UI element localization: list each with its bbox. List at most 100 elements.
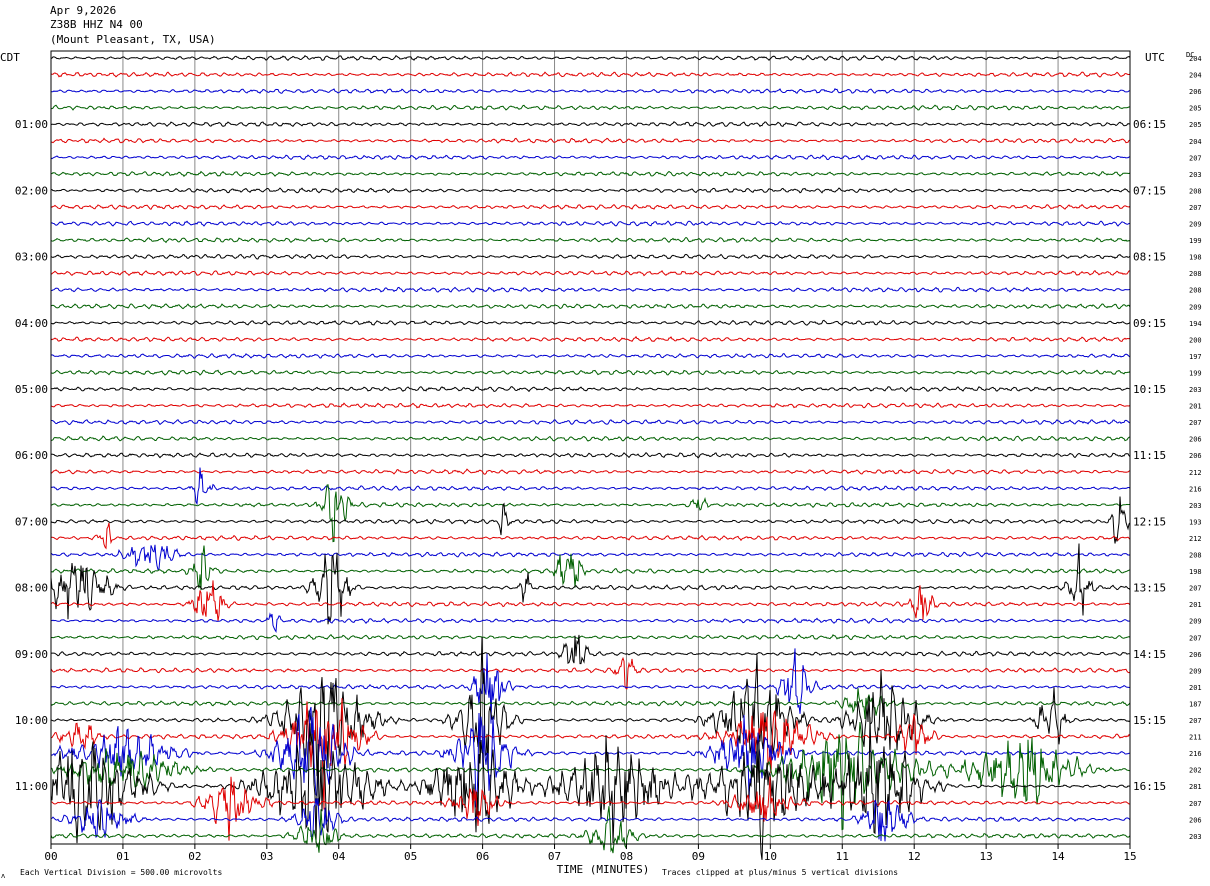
x-tick-label: 01 — [116, 850, 129, 863]
dc-offset-label: 212 — [1189, 535, 1202, 543]
dc-offset-label: 203 — [1189, 171, 1202, 179]
left-hour-label: 04:00 — [15, 317, 48, 330]
x-tick-label: 05 — [404, 850, 417, 863]
dc-offset-label: 205 — [1189, 105, 1202, 113]
dc-offset-label: 208 — [1189, 187, 1202, 195]
dc-offset-label: 194 — [1189, 320, 1202, 328]
dc-offset-label: 207 — [1189, 585, 1202, 593]
clip-note: Traces clipped at plus/minus 5 vertical … — [662, 868, 898, 877]
trace-row-13 — [50, 269, 1131, 277]
trace-row-30 — [50, 544, 1131, 571]
dc-offset-label: 193 — [1189, 518, 1202, 526]
left-hour-label: 01:00 — [15, 118, 48, 131]
dc-offset-label: 207 — [1189, 154, 1202, 162]
dc-offset-label: 201 — [1189, 684, 1202, 692]
right-zone-label: UTC — [1145, 51, 1165, 64]
trace-row-27 — [50, 484, 1130, 543]
dc-offset-label: 207 — [1189, 800, 1202, 808]
dc-offset-label: 216 — [1189, 485, 1202, 493]
x-tick-label: 04 — [332, 850, 346, 863]
trace-row-43 — [50, 721, 1131, 831]
right-hour-label: 08:15 — [1133, 251, 1166, 264]
dc-offset-label: 203 — [1189, 386, 1202, 394]
trace-row-15 — [50, 303, 1131, 310]
right-hour-label: 12:15 — [1133, 515, 1166, 528]
trace-row-25 — [50, 468, 1131, 475]
left-zone-label: CDT — [0, 51, 20, 64]
trace-row-5 — [51, 137, 1131, 144]
dc-offset-label: 209 — [1189, 221, 1202, 229]
trace-row-2 — [51, 88, 1131, 94]
x-tick-label: 03 — [260, 850, 273, 863]
right-hour-label: 16:15 — [1133, 780, 1166, 793]
trace-row-29 — [50, 522, 1131, 550]
dc-offset-label: 207 — [1189, 204, 1202, 212]
x-tick-label: 12 — [908, 850, 921, 863]
trace-row-6 — [50, 154, 1131, 161]
trace-row-35 — [50, 633, 1131, 641]
dc-offset-label: 198 — [1189, 568, 1202, 576]
trace-row-36 — [50, 634, 1131, 665]
trace-row-19 — [50, 369, 1131, 376]
left-hour-label: 08:00 — [15, 582, 48, 595]
dc-offset-label: 209 — [1189, 667, 1202, 675]
left-hour-label: 09:00 — [15, 648, 48, 661]
trace-row-33 — [50, 580, 1131, 621]
left-hour-label: 05:00 — [15, 383, 48, 396]
trace-row-8 — [51, 187, 1131, 194]
right-hour-label: 06:15 — [1133, 118, 1166, 131]
dc-offset-label: 207 — [1189, 717, 1202, 725]
trace-row-9 — [50, 203, 1131, 210]
x-tick-label: 00 — [44, 850, 57, 863]
dc-offset-label: 202 — [1189, 767, 1202, 775]
trace-row-4 — [50, 121, 1131, 128]
trace-row-26 — [50, 467, 1131, 506]
trace-row-1 — [50, 71, 1131, 78]
trace-row-17 — [50, 335, 1131, 343]
x-tick-label: 06 — [476, 850, 489, 863]
left-hour-label: 11:00 — [15, 780, 48, 793]
trace-row-12 — [50, 253, 1131, 260]
dc-offset-label: 203 — [1189, 833, 1202, 841]
dc-offset-label: 206 — [1189, 436, 1202, 444]
left-hour-label: 06:00 — [15, 449, 48, 462]
right-hour-label: 10:15 — [1133, 383, 1166, 396]
dc-offset-label: 201 — [1189, 601, 1202, 609]
dc-offset-label: 281 — [1189, 783, 1202, 791]
trace-row-22 — [50, 419, 1131, 426]
x-tick-label: 15 — [1123, 850, 1136, 863]
corner-mark: ʌ — [1, 872, 5, 880]
right-hour-label: 07:15 — [1133, 184, 1166, 197]
right-hour-label: 13:15 — [1133, 582, 1166, 595]
plot-grid — [122, 51, 1059, 844]
x-tick-label: 07 — [548, 850, 561, 863]
x-tick-label: 09 — [692, 850, 705, 863]
left-hour-label: 10:00 — [15, 714, 48, 727]
dc-offset-label: 204 — [1189, 72, 1202, 80]
seismic-traces — [50, 54, 1131, 860]
left-hour-label: 03:00 — [15, 251, 48, 264]
x-tick-label: 02 — [188, 850, 201, 863]
dc-offset-label: 206 — [1189, 88, 1202, 96]
right-hour-label: 09:15 — [1133, 317, 1166, 330]
dc-offset-label: 211 — [1189, 734, 1202, 742]
trace-row-16 — [50, 319, 1131, 326]
dc-offset-label: 205 — [1189, 121, 1202, 129]
trace-row-24 — [50, 451, 1131, 459]
trace-row-7 — [50, 170, 1131, 178]
dc-offset-label: 212 — [1189, 469, 1202, 477]
trace-row-10 — [50, 220, 1131, 227]
dc-offset-label: 204 — [1189, 55, 1202, 63]
right-hour-label: 11:15 — [1133, 449, 1166, 462]
dc-offset-label: 208 — [1189, 270, 1202, 278]
dc-offset-label: 200 — [1189, 336, 1202, 344]
dc-offset-label: 208 — [1189, 287, 1202, 295]
dc-offset-label: 197 — [1189, 353, 1202, 361]
dc-offset-label: 187 — [1189, 700, 1202, 708]
trace-row-34 — [50, 612, 1131, 633]
x-axis-label: TIME (MINUTES) — [557, 863, 650, 876]
x-tick-label: 13 — [980, 850, 993, 863]
trace-row-21 — [50, 402, 1131, 409]
trace-row-14 — [50, 286, 1131, 293]
trace-row-38 — [50, 648, 1131, 724]
